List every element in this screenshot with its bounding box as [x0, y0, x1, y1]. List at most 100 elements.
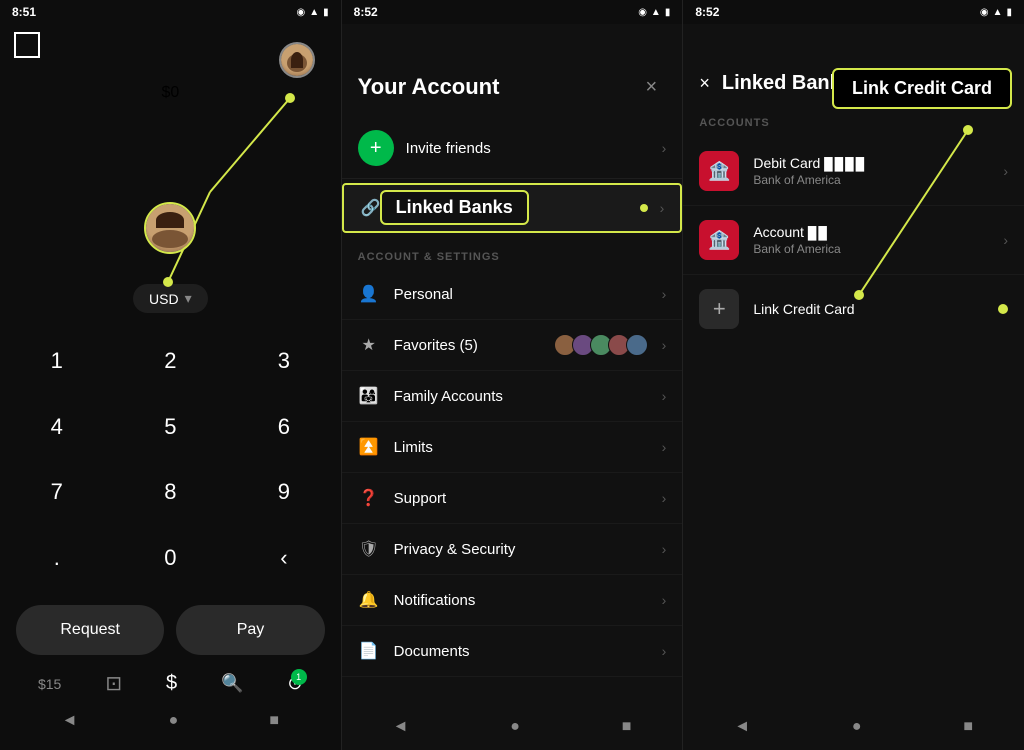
notifications-chevron-icon: › [662, 592, 667, 608]
notifications-icon: 🔔 [358, 589, 380, 611]
avatar-main[interactable] [144, 182, 196, 254]
favorites-avatars [554, 334, 648, 356]
system-nav-bar: ◄ ● ■ [16, 708, 325, 730]
back-nav-p3[interactable]: ◄ [734, 718, 750, 736]
account-title: Your Account [358, 74, 500, 100]
spacer [683, 343, 1024, 710]
menu-documents[interactable]: 📄 Documents › [342, 626, 683, 677]
menu-support[interactable]: ❓ Support › [342, 473, 683, 524]
plus-icon: + [699, 289, 739, 329]
request-button[interactable]: Request [16, 605, 164, 655]
linked-banks-section: Linked Banks 🔗 Linked Banks › [342, 183, 683, 233]
nav-camera-icon[interactable]: ⊡ [105, 671, 122, 696]
favorites-icon: ★ [358, 334, 380, 356]
personal-icon: 👤 [358, 283, 380, 305]
family-icon: 👨‍👩‍👧 [358, 385, 380, 407]
signal-icon: ◉ [297, 7, 306, 18]
numpad-4[interactable]: 4 [0, 399, 114, 455]
menu-favorites[interactable]: ★ Favorites (5) › [342, 320, 683, 371]
invite-label: Invite friends [406, 140, 650, 157]
nav-activity[interactable]: ⊙ 1 [288, 673, 303, 694]
numpad-1[interactable]: 1 [0, 333, 114, 389]
nav-dollar-icon[interactable]: $ [166, 672, 177, 695]
numpad-8[interactable]: 8 [114, 464, 228, 520]
home-nav-p2[interactable]: ● [510, 718, 520, 736]
amount-hint: $15 [38, 676, 61, 692]
numpad-2[interactable]: 2 [114, 333, 228, 389]
personal-chevron-icon: › [662, 286, 667, 302]
debit-card-chevron-icon: › [1003, 163, 1008, 179]
linked-banks-row[interactable]: 🔗 Linked Banks › [342, 183, 683, 233]
back-nav-p2[interactable]: ◄ [393, 718, 409, 736]
wifi-icon: ▲ [309, 7, 319, 18]
numpad-7[interactable]: 7 [0, 464, 114, 520]
home-nav-icon[interactable]: ● [169, 712, 179, 730]
chevron-down-icon: ▾ [185, 290, 192, 307]
account-row[interactable]: 🏦 Account ██ Bank of America › [683, 206, 1024, 275]
limits-chevron-icon: › [662, 439, 667, 455]
recents-nav-p3[interactable]: ■ [963, 718, 973, 736]
documents-icon: 📄 [358, 640, 380, 662]
menu-limits[interactable]: ⏫ Limits › [342, 422, 683, 473]
link-credit-card-row[interactable]: + Link Credit Card [683, 275, 1024, 343]
bottom-nav: $15 ⊡ $ 🔍 ⊙ 1 [16, 663, 325, 700]
recents-nav-icon[interactable]: ■ [269, 712, 279, 730]
debit-card-bank: Bank of America [753, 173, 989, 187]
invite-plus-icon: + [358, 130, 394, 166]
close-button[interactable]: × [636, 72, 666, 102]
status-time-p2: 8:52 [354, 5, 378, 19]
numpad-3[interactable]: 3 [227, 333, 341, 389]
system-nav-bar-p3: ◄ ● ■ [683, 710, 1024, 750]
numpad-6[interactable]: 6 [227, 399, 341, 455]
documents-chevron-icon: › [662, 643, 667, 659]
account-scroll: + Invite friends › Linked Banks 🔗 Linked… [342, 118, 683, 710]
boa-shield-icon: 🏦 [708, 161, 730, 182]
activity-badge: 1 [291, 669, 307, 685]
back-button-p3[interactable]: × [699, 73, 710, 94]
recents-nav-p2[interactable]: ■ [622, 718, 632, 736]
numpad-dot[interactable]: . [0, 530, 114, 586]
back-nav-icon[interactable]: ◄ [62, 712, 78, 730]
pay-button[interactable]: Pay [176, 605, 324, 655]
status-bar-panel3: 8:52 ◉ ▲ ▮ [683, 0, 1024, 24]
numpad: 1 2 3 4 5 6 7 8 9 . 0 ‹ [0, 333, 341, 595]
numpad-backspace[interactable]: ‹ [227, 530, 341, 586]
link-credit-card-callout: Link Credit Card [832, 68, 1012, 109]
accounts-section-label: ACCOUNTS [683, 107, 1024, 137]
debit-card-info: Debit Card ████ Bank of America [753, 155, 989, 187]
account-bank: Bank of America [753, 242, 989, 256]
numpad-0[interactable]: 0 [114, 530, 228, 586]
menu-privacy-security[interactable]: 🛡 Privacy & Security › [342, 524, 683, 575]
fav-avatar-5 [626, 334, 648, 356]
numpad-9[interactable]: 9 [227, 464, 341, 520]
signal-icon-p3: ◉ [980, 7, 989, 18]
limits-label: Limits [394, 439, 648, 456]
documents-label: Documents [394, 643, 648, 660]
wifi-icon-p3: ▲ [993, 7, 1003, 18]
nav-search-icon[interactable]: 🔍 [221, 673, 243, 694]
action-buttons: Request Pay [16, 605, 325, 655]
invite-friends-row[interactable]: + Invite friends › [342, 118, 683, 179]
menu-personal[interactable]: 👤 Personal › [342, 269, 683, 320]
home-nav-p3[interactable]: ● [852, 718, 862, 736]
link-cc-dot [998, 304, 1008, 314]
currency-selector[interactable]: USD ▾ [133, 284, 208, 313]
menu-notifications[interactable]: 🔔 Notifications › [342, 575, 683, 626]
account-info: Account ██ Bank of America [753, 224, 989, 256]
boa-shield-icon-2: 🏦 [708, 230, 730, 251]
account-masked: ██ [808, 226, 829, 240]
debit-card-row[interactable]: 🏦 Debit Card ████ Bank of America › [683, 137, 1024, 206]
numpad-5[interactable]: 5 [114, 399, 228, 455]
balance-display: $0 [161, 84, 179, 102]
limits-icon: ⏫ [358, 436, 380, 458]
linked-banks-label: Linked Banks [394, 200, 628, 217]
battery-icon-p2: ▮ [665, 7, 671, 18]
status-icons-p2: ◉ ▲ ▮ [638, 7, 670, 18]
menu-family-accounts[interactable]: 👨‍👩‍👧 Family Accounts › [342, 371, 683, 422]
status-icons-p3: ◉ ▲ ▮ [980, 7, 1012, 18]
support-chevron-icon: › [662, 490, 667, 506]
status-bar-panel2: 8:52 ◉ ▲ ▮ [342, 0, 683, 24]
support-label: Support [394, 490, 648, 507]
panel-linked-banks: 8:52 ◉ ▲ ▮ Link Credit Card × Linked Ban… [683, 0, 1024, 750]
battery-icon: ▮ [323, 7, 329, 18]
